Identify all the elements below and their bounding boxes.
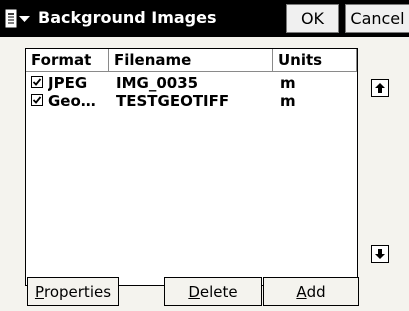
window-menu-icon [5, 9, 30, 27]
background-images-list[interactable]: Format Filename Units JPEG IMG_0035 m Ge… [25, 48, 358, 286]
cell-format: JPEG [48, 74, 88, 92]
column-header-format[interactable]: Format [26, 49, 109, 72]
list-item[interactable]: Geo… TESTGEOTIFF m [26, 92, 357, 110]
list-item[interactable]: JPEG IMG_0035 m [26, 74, 357, 92]
title-bar: Background Images OK Cancel [0, 0, 409, 37]
check-icon [32, 78, 42, 86]
cell-filename: IMG_0035 [116, 74, 199, 92]
check-icon [32, 96, 42, 104]
cell-units: m [280, 92, 296, 110]
add-mnemonic: A [296, 282, 307, 301]
ok-button[interactable]: OK [286, 4, 339, 33]
scroll-up-button[interactable] [371, 79, 389, 97]
column-header-filename[interactable]: Filename [109, 49, 273, 72]
delete-label: elete [199, 282, 238, 301]
add-button[interactable]: Add [263, 277, 359, 306]
row-checkbox[interactable] [31, 76, 43, 88]
column-header-units[interactable]: Units [273, 49, 357, 72]
background-images-dialog: Background Images OK Cancel Format Filen… [0, 0, 409, 311]
list-header: Format Filename Units [26, 49, 357, 73]
add-label: dd [306, 282, 326, 301]
window-menu-button[interactable] [3, 4, 33, 33]
properties-mnemonic: P [34, 282, 44, 301]
arrow-up-icon [375, 83, 385, 93]
cell-filename: TESTGEOTIFF [116, 92, 230, 110]
cell-units: m [280, 74, 296, 92]
delete-button[interactable]: Delete [164, 277, 262, 306]
cancel-button[interactable]: Cancel [345, 4, 409, 33]
delete-mnemonic: D [188, 282, 200, 301]
properties-button[interactable]: Properties [27, 277, 119, 306]
cell-format: Geo… [48, 92, 96, 110]
arrow-down-icon [375, 249, 385, 259]
row-checkbox[interactable] [31, 94, 43, 106]
properties-label: roperties [44, 282, 112, 301]
dialog-title: Background Images [38, 8, 217, 27]
scroll-down-button[interactable] [371, 245, 389, 263]
